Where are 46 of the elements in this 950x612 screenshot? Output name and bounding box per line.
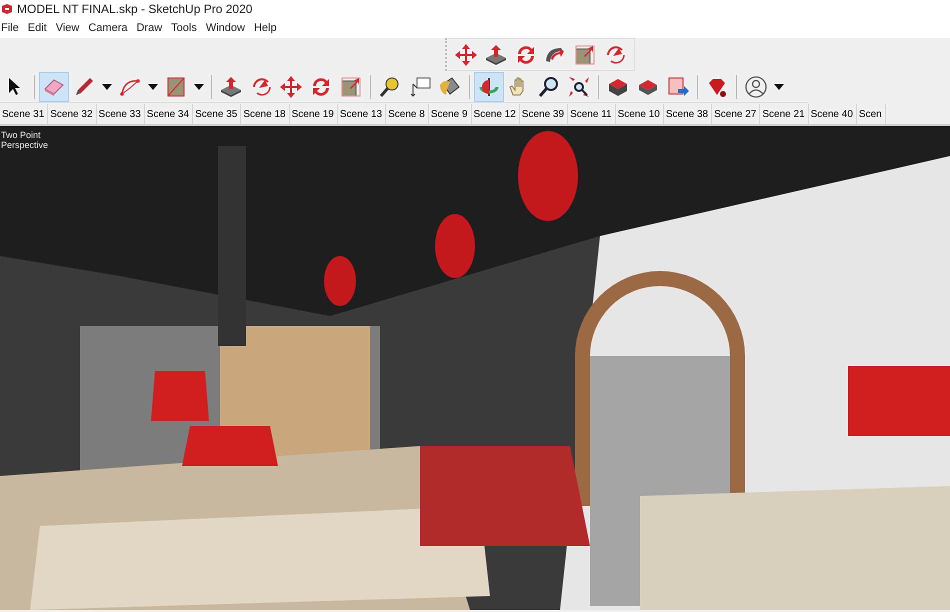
scene-tab[interactable]: Scene 33	[96, 104, 145, 124]
scene-tab[interactable]: Scene 39	[520, 104, 568, 124]
move-icon	[279, 74, 303, 98]
scene-tab[interactable]: Scene 27	[712, 104, 760, 124]
scale-icon	[339, 74, 363, 98]
menu-item[interactable]: Camera	[87, 20, 132, 36]
window-title: MODEL NT FINAL.skp - SketchUp Pro 2020	[17, 1, 252, 18]
send-layout-icon	[666, 74, 690, 98]
scene-tab[interactable]: Scene 8	[386, 104, 429, 124]
menu-item[interactable]: Tools	[170, 20, 202, 36]
scene-tab[interactable]: Scene 12	[472, 104, 520, 124]
menu-item[interactable]: Help	[252, 20, 282, 36]
account-icon	[744, 74, 768, 98]
camera-label: Two Point Perspective	[1, 130, 50, 150]
scene-tab[interactable]: Scene 32	[48, 104, 97, 124]
scene-tab[interactable]: Scene 21	[760, 104, 809, 124]
caret-icon	[102, 84, 112, 90]
menu-item[interactable]: View	[54, 20, 84, 36]
scene-tab[interactable]: Scene 18	[241, 104, 290, 124]
caret-icon	[774, 84, 784, 90]
menu-item[interactable]: Edit	[26, 20, 52, 36]
scene-tab[interactable]: Scene 10	[616, 104, 664, 124]
scene-tab[interactable]: Scene 34	[144, 104, 194, 124]
scale-icon	[573, 42, 598, 66]
scene-tab[interactable]: Scene 38	[664, 104, 712, 124]
caret-icon	[194, 84, 204, 90]
zoom-icon	[537, 74, 561, 98]
push-pull-icon	[484, 42, 508, 66]
scene-tab[interactable]: Scene 40	[808, 104, 857, 124]
scene-tab[interactable]: Scene 9	[428, 104, 472, 124]
scene-tab[interactable]: Scene 13	[338, 104, 386, 124]
orbit-tool[interactable]	[474, 72, 504, 102]
scene-tab[interactable]: Scene 35	[193, 104, 242, 124]
caret-icon	[148, 84, 158, 90]
text-icon	[408, 74, 432, 98]
scene-tab[interactable]: Scene 31	[0, 104, 48, 124]
scene-tab[interactable]: Scen	[856, 104, 886, 124]
scene-tab[interactable]: Scene 19	[290, 104, 338, 124]
move-icon	[454, 42, 478, 66]
menu-item[interactable]: Window	[204, 20, 250, 36]
push-pull-icon	[219, 74, 243, 98]
scene-tab[interactable]: Scene 11	[568, 104, 616, 124]
eraser-tool[interactable]	[39, 72, 69, 102]
menu-item[interactable]: File	[0, 20, 24, 36]
menu-item[interactable]: Draw	[135, 20, 168, 36]
zoom-extents-icon	[567, 74, 591, 98]
